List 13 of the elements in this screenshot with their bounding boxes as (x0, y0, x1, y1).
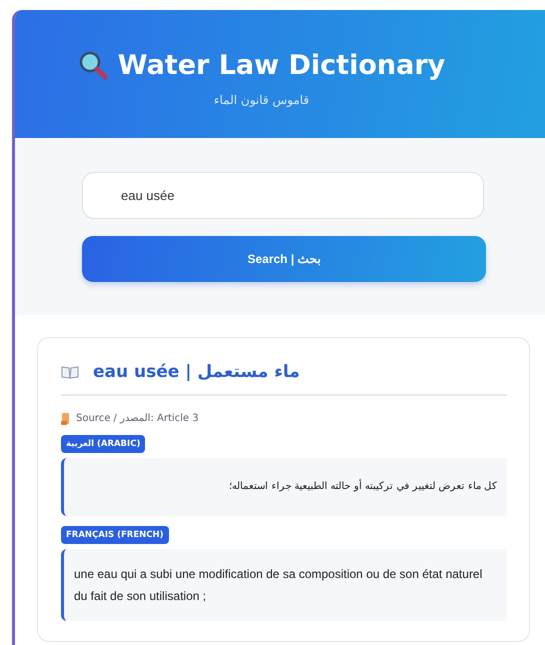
app-subtitle: قاموس قانون الماء (214, 92, 310, 106)
search-field[interactable]: eau usée (82, 172, 484, 219)
language-label: العربية (ARABIC) (61, 435, 146, 453)
search-button[interactable]: Search | بحث (82, 236, 486, 282)
language-label: FRANÇAIS (FRENCH) (61, 526, 168, 544)
book-icon (61, 365, 79, 379)
definition-text: une eau qui a subi une modification de sa composition ou de son état naturel du fait de son utilisation ; (74, 566, 484, 605)
magnifier-icon (78, 50, 108, 80)
app-title: Water Law Dictionary (118, 50, 446, 80)
term-heading: eau usée | ماء مستعمل (93, 362, 300, 382)
definition-text: كل ماء تعرض لتغيير في تركيبته أو حالته الطبيعية جراء استعماله؛ (74, 472, 497, 502)
scroll-icon (61, 412, 71, 425)
source-text: Source / المصدر: Article 3 (76, 413, 199, 424)
